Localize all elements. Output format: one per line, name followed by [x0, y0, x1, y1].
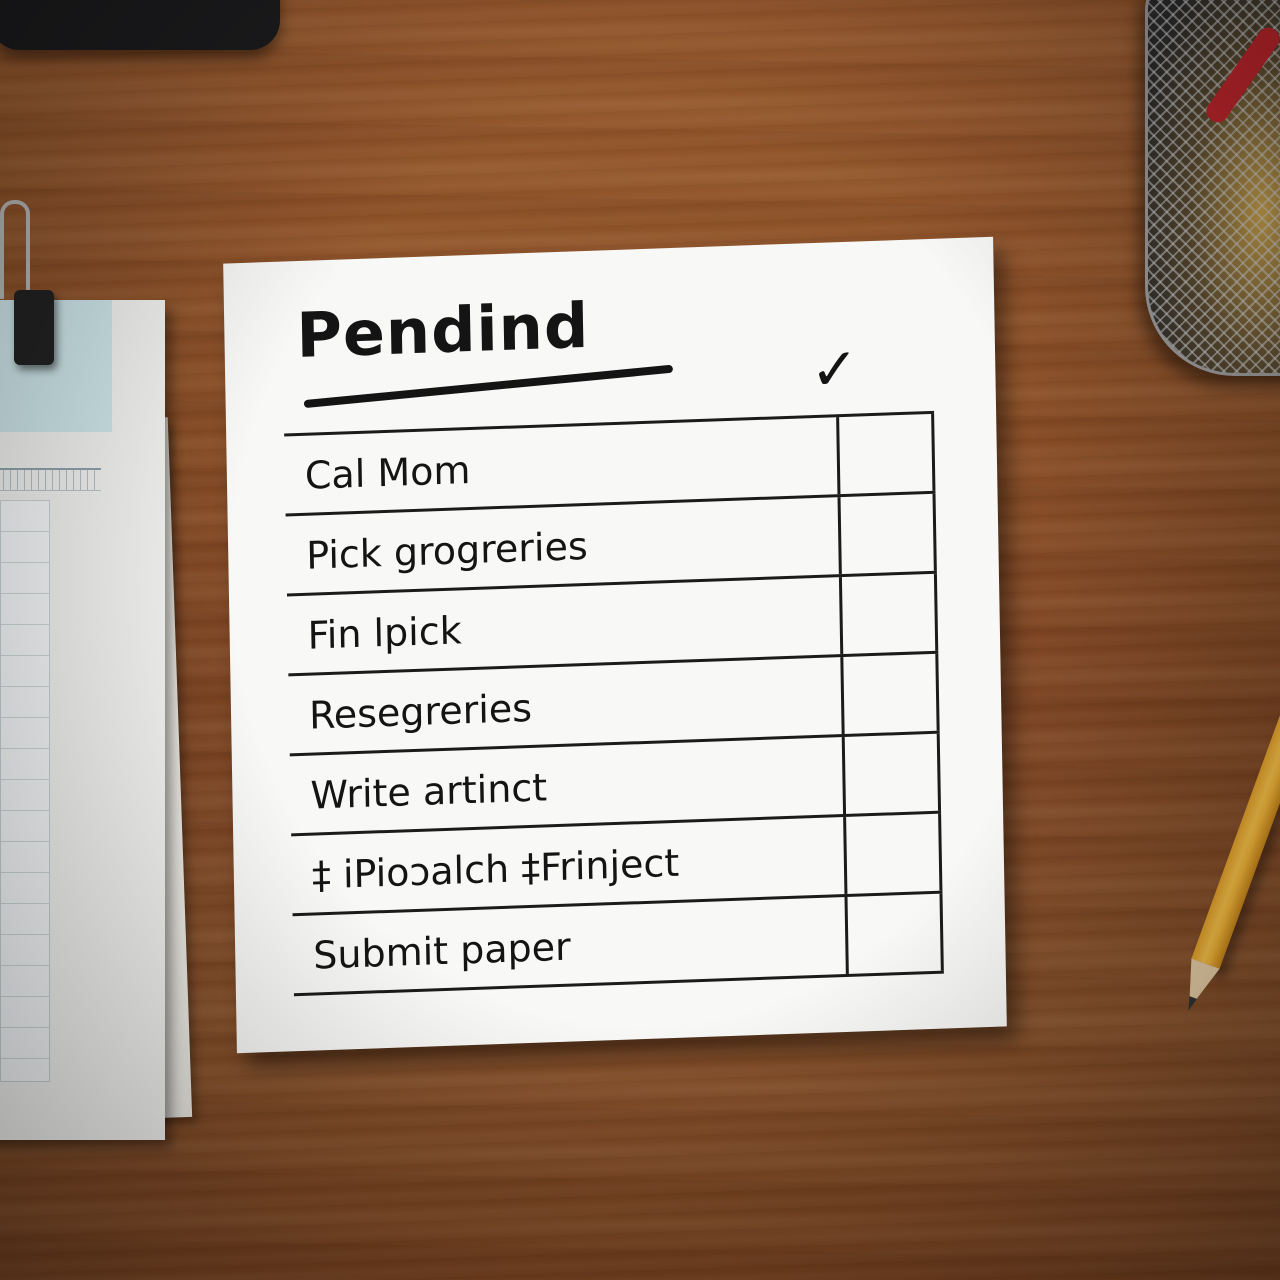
- binder-clip-icon: [0, 200, 60, 370]
- pencil-tip: [1175, 958, 1220, 1014]
- clipboard-stack: [0, 300, 210, 1150]
- binder-clip-body: [14, 290, 54, 365]
- grid-column: [0, 500, 50, 1082]
- paper-sheet: [0, 300, 165, 1140]
- page-title: Pendind: [295, 288, 590, 373]
- checkbox[interactable]: [840, 653, 940, 735]
- checkbox[interactable]: [836, 413, 936, 495]
- pencil-icon: [1171, 526, 1280, 1025]
- checkbox[interactable]: [843, 813, 943, 895]
- checkbox[interactable]: [844, 893, 944, 974]
- checkbox[interactable]: [837, 493, 937, 575]
- task-label: Resegreries: [308, 685, 533, 738]
- checkbox[interactable]: [838, 573, 939, 655]
- pencil-shaft: [1191, 526, 1280, 969]
- check-mark-icon: ✓: [809, 334, 860, 405]
- task-label: Fin lpick: [307, 608, 463, 658]
- dark-object-top-left: [0, 0, 280, 50]
- binder-clip-arm: [0, 200, 30, 299]
- todo-paper: Pendind ✓ Cal Mom Pick grogreries Fin lp…: [223, 236, 1007, 1054]
- task-list: Cal Mom Pick grogreries Fin lpick Resegr…: [284, 410, 944, 997]
- ruler-strip: [0, 468, 101, 491]
- task-label: Pick grogreries: [305, 523, 589, 578]
- task-label: ‡ iPioɔalch ‡Frinject: [311, 840, 680, 898]
- task-label: Submit paper: [312, 924, 572, 978]
- task-label: Cal Mom: [304, 448, 471, 498]
- checkbox[interactable]: [841, 733, 942, 815]
- task-label: Write artinct: [310, 765, 548, 818]
- title-underline: [303, 364, 674, 409]
